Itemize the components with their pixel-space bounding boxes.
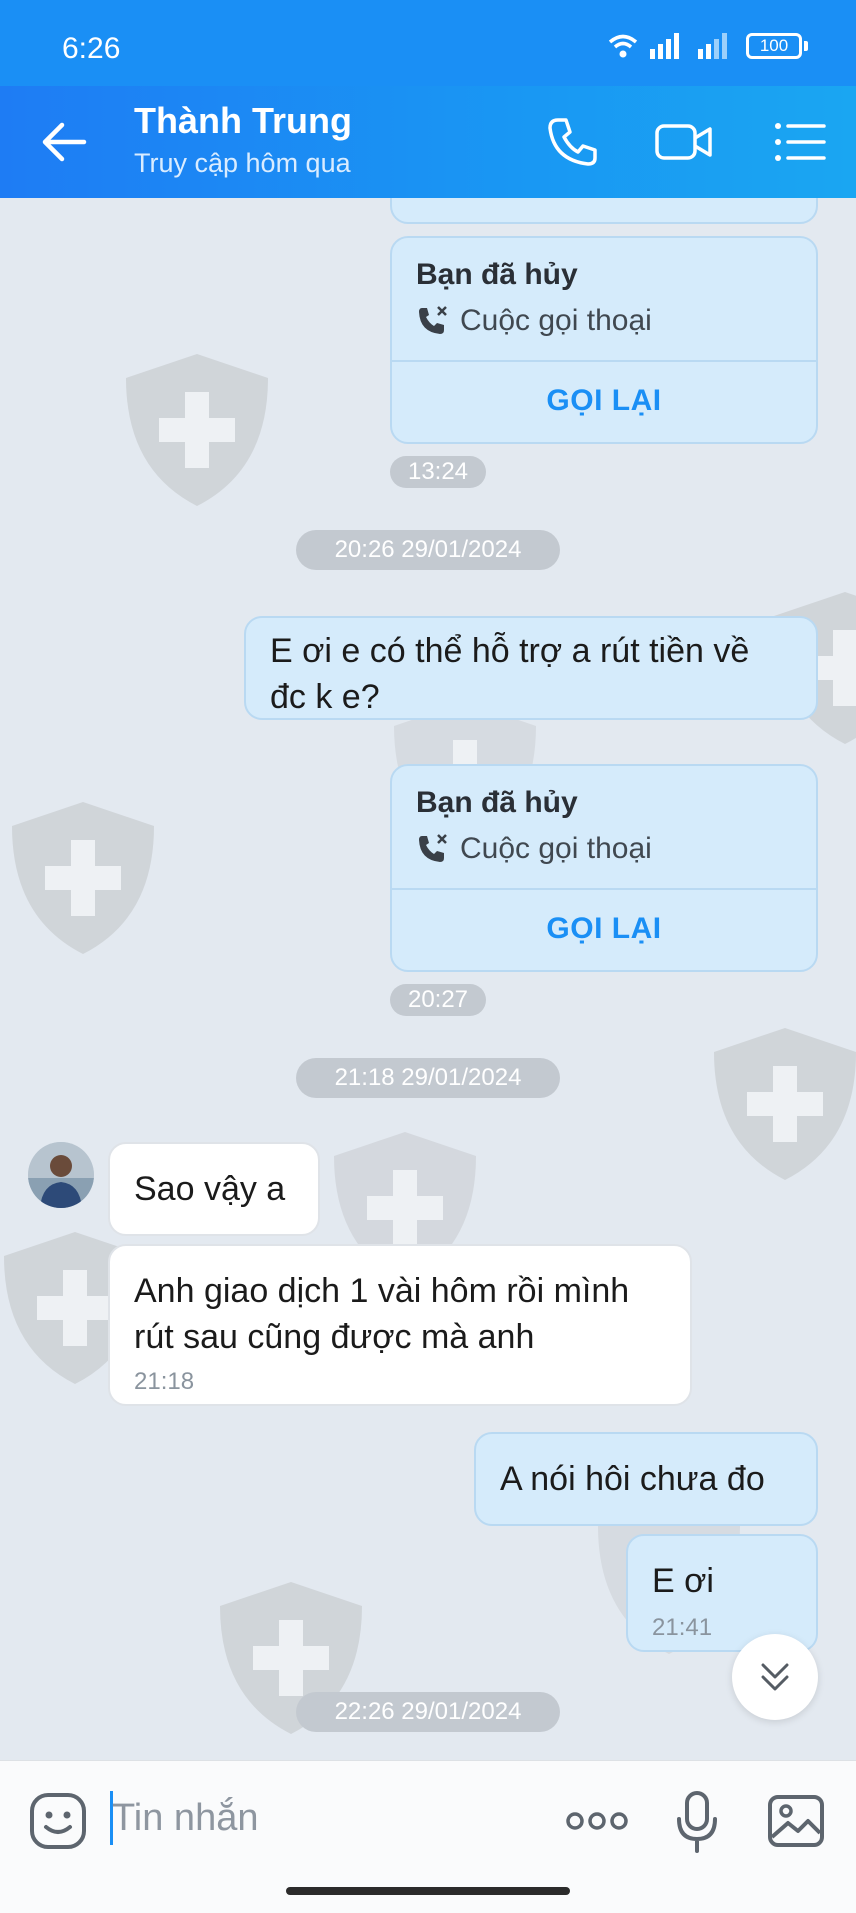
message-text: Sao vậy a bbox=[134, 1170, 286, 1208]
contact-status: Truy cập hôm qua bbox=[134, 148, 351, 178]
missed-call-icon bbox=[419, 306, 447, 334]
date-separator: 20:26 29/01/2024 bbox=[296, 530, 560, 570]
incoming-message[interactable]: Anh giao dịch 1 vài hôm rồi mình rút sau… bbox=[108, 1244, 692, 1406]
signal-icon-2 bbox=[698, 33, 727, 59]
double-chevron-down-icon bbox=[761, 1663, 789, 1691]
phone-icon bbox=[548, 118, 597, 166]
call-subtitle-row: Cuộc gọi thoại bbox=[416, 832, 652, 866]
message-composer: Tin nhắn bbox=[0, 1760, 856, 1913]
call-card: Bạn đã hủy Cuộc gọi thoại GỌI LẠI bbox=[390, 236, 818, 444]
shield-watermark-icon bbox=[12, 802, 154, 954]
contact-name[interactable]: Thành Trung bbox=[134, 100, 352, 142]
incoming-message[interactable]: Sao vậy a bbox=[108, 1142, 320, 1236]
chat-area[interactable]: Bạn đã hủy Cuộc gọi thoại GỌI LẠI 13:24 … bbox=[0, 198, 856, 1760]
menu-list-icon bbox=[775, 123, 826, 161]
send-image-button[interactable] bbox=[766, 1793, 826, 1849]
status-time: 6:26 bbox=[62, 32, 121, 65]
chat-header: Thành Trung Truy cập hôm qua bbox=[0, 86, 856, 198]
arrow-left-icon bbox=[42, 122, 87, 162]
outgoing-message[interactable]: E ơi e có thể hỗ trợ a rút tiền về đc k … bbox=[244, 616, 818, 720]
message-text: A nói hôi chưa đo bbox=[500, 1460, 765, 1498]
call-card-partial bbox=[390, 198, 818, 224]
date-separator: 21:18 29/01/2024 bbox=[296, 1058, 560, 1098]
video-call-icon bbox=[655, 124, 712, 160]
more-options-button[interactable] bbox=[564, 1803, 630, 1839]
call-back-button[interactable]: GỌI LẠI bbox=[392, 888, 816, 970]
emoji-icon bbox=[30, 1793, 86, 1849]
message-time: 13:24 bbox=[390, 456, 486, 488]
message-text: E ơi e có thể hỗ trợ a rút tiền về đc k … bbox=[270, 632, 750, 716]
home-indicator[interactable] bbox=[286, 1887, 570, 1895]
call-card: Bạn đã hủy Cuộc gọi thoại GỌI LẠI bbox=[390, 764, 818, 972]
missed-call-icon bbox=[419, 834, 447, 862]
status-bar: 6:26 100 bbox=[0, 0, 856, 86]
battery-indicator: 100 bbox=[746, 33, 808, 59]
emoji-button[interactable] bbox=[28, 1791, 88, 1851]
call-subtitle-row: Cuộc gọi thoại bbox=[416, 304, 652, 338]
message-time: 21:18 bbox=[134, 1368, 195, 1395]
voice-call-button[interactable] bbox=[540, 110, 604, 174]
message-input[interactable]: Tin nhắn bbox=[112, 1797, 258, 1840]
message-text: E ơi bbox=[652, 1562, 714, 1600]
more-options-icon bbox=[566, 1812, 628, 1830]
video-call-button[interactable] bbox=[652, 110, 716, 174]
shield-watermark-icon bbox=[714, 1028, 856, 1180]
outgoing-message[interactable]: A nói hôi chưa đo bbox=[474, 1432, 818, 1526]
date-separator: 22:26 29/01/2024 bbox=[296, 1692, 560, 1732]
call-subtitle: Cuộc gọi thoại bbox=[460, 832, 652, 865]
back-button[interactable] bbox=[36, 112, 96, 172]
outgoing-message[interactable]: E ơi 21:41 bbox=[626, 1534, 818, 1652]
call-title: Bạn đã hủy bbox=[416, 786, 578, 819]
menu-button[interactable] bbox=[768, 110, 832, 174]
signal-icon bbox=[650, 33, 679, 59]
call-subtitle: Cuộc gọi thoại bbox=[460, 304, 652, 337]
call-back-button[interactable]: GỌI LẠI bbox=[392, 360, 816, 442]
status-icons: 100 bbox=[608, 30, 808, 62]
shield-watermark-icon bbox=[126, 354, 268, 506]
avatar[interactable] bbox=[28, 1142, 94, 1208]
scroll-to-bottom-button[interactable] bbox=[732, 1634, 818, 1720]
person-avatar-icon bbox=[28, 1142, 94, 1208]
message-time: 20:27 bbox=[390, 984, 486, 1016]
image-icon bbox=[768, 1795, 824, 1847]
message-time: 21:41 bbox=[652, 1614, 713, 1641]
message-text: Anh giao dịch 1 vài hôm rồi mình rút sau… bbox=[134, 1272, 630, 1356]
voice-message-button[interactable] bbox=[674, 1789, 720, 1855]
microphone-icon bbox=[677, 1791, 717, 1853]
call-title: Bạn đã hủy bbox=[416, 258, 578, 291]
wifi-icon bbox=[608, 34, 638, 58]
